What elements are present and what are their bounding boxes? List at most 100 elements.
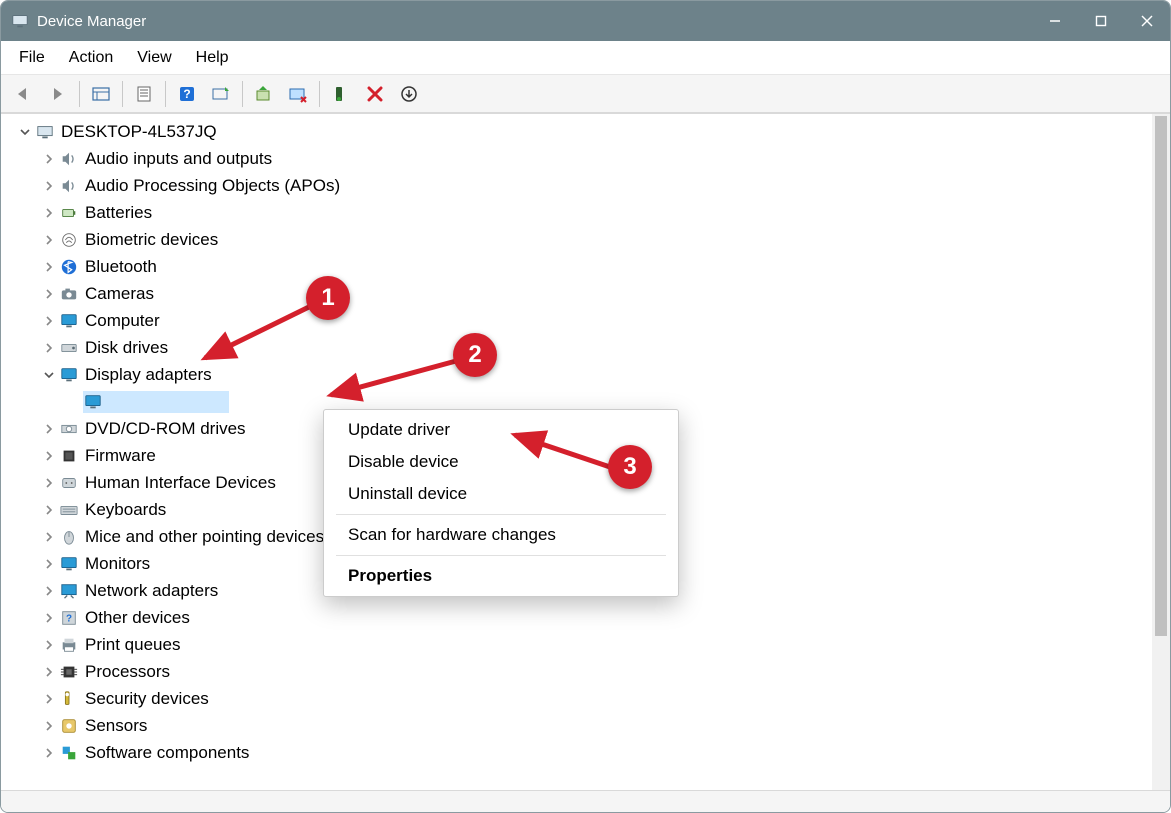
toolbar-more-button[interactable] [392,79,426,109]
titlebar: Device Manager [1,1,1170,41]
chevron-right-icon[interactable] [39,230,59,250]
tree-category-label: Batteries [85,199,152,226]
toolbar-separator [319,81,320,107]
menu-help[interactable]: Help [184,43,241,73]
chevron-right-icon[interactable] [39,581,59,601]
tree-category-label: Other devices [85,604,190,631]
tree-category-label: Computer [85,307,160,334]
context-menu-properties[interactable]: Properties [324,560,678,592]
maximize-button[interactable] [1078,1,1124,41]
toolbar-back-button[interactable] [7,79,41,109]
tree-category-label: Network adapters [85,577,218,604]
toolbar-show-hidden-button[interactable] [84,79,118,109]
monitor-icon [59,554,79,574]
tree-root-computer[interactable]: DESKTOP-4L537JQ [15,118,1152,145]
scrollbar-thumb[interactable] [1155,116,1167,636]
tree-category-label: Mice and other pointing devices [85,523,324,550]
chevron-right-icon[interactable] [39,527,59,547]
tree-category-label: Processors [85,658,170,685]
camera-icon [59,284,79,304]
chevron-right-icon[interactable] [39,311,59,331]
vertical-scrollbar[interactable] [1152,114,1170,790]
chevron-right-icon[interactable] [39,743,59,763]
chevron-right-icon[interactable] [39,689,59,709]
menu-file[interactable]: File [7,43,57,73]
toolbar-separator [122,81,123,107]
chevron-right-icon[interactable] [39,419,59,439]
chevron-right-icon[interactable] [39,473,59,493]
menu-bar: File Action View Help [1,41,1170,75]
tree-category-label: Keyboards [85,496,166,523]
status-bar [1,790,1170,812]
tree-category-label: Bluetooth [85,253,157,280]
tree-category[interactable]: Batteries [39,199,1152,226]
tree-category-label: Monitors [85,550,150,577]
disk-icon [59,338,79,358]
context-menu-separator [336,514,666,515]
toolbar: ? [1,75,1170,113]
toolbar-forward-button[interactable] [41,79,75,109]
annotation-badge-2: 2 [453,333,497,377]
tree-root-label: DESKTOP-4L537JQ [61,118,217,145]
tree-category[interactable]: Processors [39,658,1152,685]
sensor-icon [59,716,79,736]
tree-category-label: Human Interface Devices [85,469,276,496]
tree-category-label: Audio Processing Objects (APOs) [85,172,340,199]
annotation-badge-1: 1 [306,276,350,320]
annotation-arrow-2 [316,355,476,410]
tree-category[interactable]: Software components [39,739,1152,766]
chevron-right-icon[interactable] [39,716,59,736]
chevron-right-icon[interactable] [39,608,59,628]
menu-view[interactable]: View [125,43,183,73]
tree-category-label: Software components [85,739,249,766]
tree-category-label: Biometric devices [85,226,218,253]
chevron-right-icon[interactable] [39,284,59,304]
toolbar-scan-button[interactable] [204,79,238,109]
context-menu-separator [336,555,666,556]
mouse-icon [59,527,79,547]
chevron-right-icon[interactable] [39,500,59,520]
context-menu-scan[interactable]: Scan for hardware changes [324,519,678,551]
toolbar-separator [79,81,80,107]
chevron-right-icon[interactable] [39,257,59,277]
toolbar-update-driver-button[interactable] [247,79,281,109]
tree-category-label: Firmware [85,442,156,469]
tree-category-label: Cameras [85,280,154,307]
chevron-right-icon[interactable] [39,635,59,655]
tree-category-label: Audio inputs and outputs [85,145,272,172]
tree-category[interactable]: Audio Processing Objects (APOs) [39,172,1152,199]
chevron-right-icon[interactable] [39,338,59,358]
toolbar-disable-device-button[interactable] [281,79,315,109]
chevron-down-icon[interactable] [15,122,35,142]
toolbar-properties-button[interactable] [127,79,161,109]
toolbar-remove-device-button[interactable] [358,79,392,109]
optical-icon [59,419,79,439]
security-icon [59,689,79,709]
chip-icon [59,446,79,466]
tree-category[interactable]: Sensors [39,712,1152,739]
tree-category[interactable]: Bluetooth [39,253,1152,280]
app-icon [11,12,29,30]
chevron-right-icon[interactable] [39,149,59,169]
svg-text:?: ? [183,87,190,101]
monitor-icon [59,365,79,385]
tree-category[interactable]: Audio inputs and outputs [39,145,1152,172]
software-icon [59,743,79,763]
chevron-right-icon[interactable] [39,554,59,574]
close-button[interactable] [1124,1,1170,41]
tree-category-label: Print queues [85,631,180,658]
chevron-right-icon[interactable] [39,203,59,223]
tree-category[interactable]: Security devices [39,685,1152,712]
toolbar-help-button[interactable]: ? [170,79,204,109]
tree-category[interactable]: ? Other devices [39,604,1152,631]
tree-category[interactable]: Biometric devices [39,226,1152,253]
menu-action[interactable]: Action [57,43,125,73]
tree-category[interactable]: Print queues [39,631,1152,658]
chevron-down-icon[interactable] [39,365,59,385]
chevron-right-icon[interactable] [39,662,59,682]
minimize-button[interactable] [1032,1,1078,41]
toolbar-separator [242,81,243,107]
chevron-right-icon[interactable] [39,176,59,196]
toolbar-uninstall-device-button[interactable] [324,79,358,109]
chevron-right-icon[interactable] [39,446,59,466]
